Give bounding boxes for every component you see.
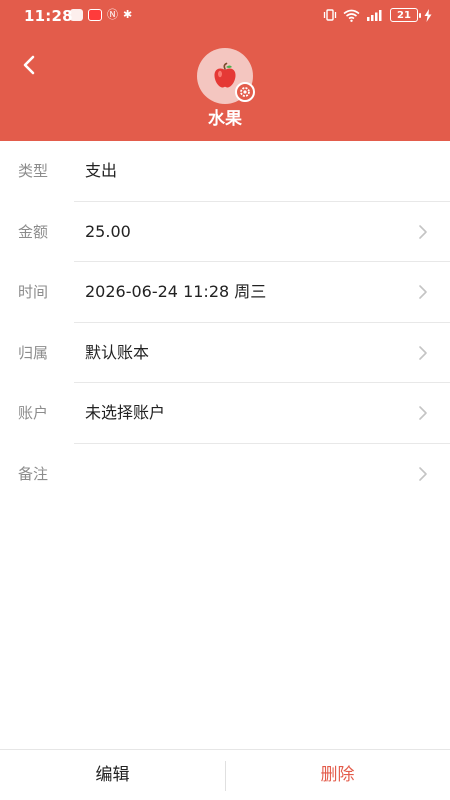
row-value: 未选择账户 [85,403,166,422]
chevron-right-icon [419,224,427,239]
detail-row-amount[interactable]: 金额 25.00 [0,202,450,262]
row-label: 时间 [18,283,49,301]
gear-icon [240,87,250,97]
header: 11:28 Ⓝ ✱ 21 水果 [0,0,450,141]
app-notification-icon [70,9,83,21]
signal-icon [367,9,382,21]
detail-row-ledger[interactable]: 归属 默认账本 [0,323,450,383]
action-bar: 编辑 删除 [0,749,450,800]
battery-level: 21 [397,9,411,21]
chevron-right-icon [419,466,427,481]
apple-icon [214,62,236,88]
vibrate-icon [323,9,337,21]
chevron-right-icon [419,285,427,299]
delete-button[interactable]: 删除 [225,750,450,800]
row-label: 备注 [18,464,49,483]
back-button[interactable] [14,50,44,80]
chevron-left-icon [23,55,35,75]
chevron-right-icon [419,406,427,420]
nfc-icon: Ⓝ [107,8,118,21]
battery-icon: 21 [390,8,421,22]
detail-list: 类型 支出 金额 25.00 时间 2026-06-24 11:28 周三 归属… [0,141,450,504]
detail-row-account[interactable]: 账户 未选择账户 [0,383,450,444]
row-value: 2026-06-24 11:28 周三 [85,282,267,301]
charging-icon [424,8,432,22]
row-value: 默认账本 [85,342,150,362]
system-icons: 21 [323,8,432,22]
detail-row-time[interactable]: 时间 2026-06-24 11:28 周三 [0,262,450,323]
chevron-right-icon [419,345,427,360]
row-label: 归属 [18,343,49,362]
row-label: 金额 [18,222,49,241]
status-bar: 11:28 Ⓝ ✱ 21 [0,0,450,33]
category-title: 水果 [208,109,242,129]
news-notification-icon [88,9,102,21]
status-time: 11:28 [24,7,73,25]
notification-icons: Ⓝ ✱ [70,9,132,21]
settings-badge[interactable] [235,82,255,102]
row-label: 账户 [18,404,49,422]
wifi-icon [343,9,360,22]
detail-row-type: 类型 支出 [0,141,450,202]
detail-row-note[interactable]: 备注 [0,444,450,505]
edit-button[interactable]: 编辑 [0,750,225,800]
row-value: 支出 [85,161,118,180]
row-label: 类型 [18,162,49,180]
row-value: 25.00 [85,221,131,241]
category-avatar[interactable] [197,48,255,104]
bluetooth-icon: ✱ [123,8,133,21]
